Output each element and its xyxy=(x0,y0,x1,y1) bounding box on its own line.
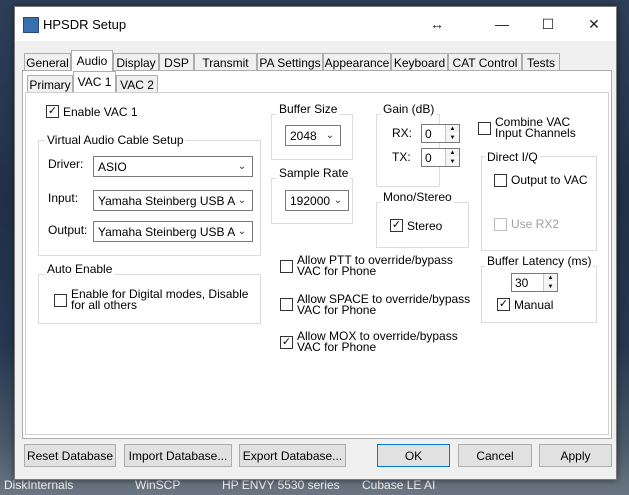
use-rx2-checkbox[interactable] xyxy=(494,218,507,231)
tab-display[interactable]: Display xyxy=(113,53,159,71)
buffer-latency-group-label: Buffer Latency (ms) xyxy=(485,254,594,268)
chevron-down-icon: ⌄ xyxy=(235,224,249,239)
auto-enable-group-label: Auto Enable xyxy=(45,262,115,276)
export-database-button[interactable]: Export Database... xyxy=(239,444,346,467)
app-icon xyxy=(23,17,39,33)
tab-transmit[interactable]: Transmit xyxy=(194,53,257,71)
allow-ptt-checkbox[interactable] xyxy=(280,260,293,273)
auto-enable-checkbox[interactable] xyxy=(54,294,67,307)
tab-dsp[interactable]: DSP xyxy=(159,53,194,71)
driver-select[interactable]: ASIO ⌄ xyxy=(93,156,253,177)
allow-mox-label-line2: VAC for Phone xyxy=(297,340,377,354)
allow-ptt-label-line2: VAC for Phone xyxy=(297,264,377,278)
driver-select-value: ASIO xyxy=(98,160,127,174)
output-to-vac-checkbox[interactable] xyxy=(494,174,507,187)
taskbar-item-winscp[interactable]: WinSCP xyxy=(135,478,180,492)
close-button[interactable]: ✕ xyxy=(572,11,616,37)
apply-button[interactable]: Apply xyxy=(539,444,612,467)
driver-label: Driver: xyxy=(48,157,84,171)
output-select-value: Yamaha Steinberg USB ASIO xyxy=(98,225,236,239)
buffer-size-value: 2048 xyxy=(290,129,317,143)
resize-cursor-icon: ↔ xyxy=(430,16,444,32)
window-title: HPSDR Setup xyxy=(43,17,127,32)
chevron-down-icon: ⌄ xyxy=(323,128,337,143)
subtab-vac1[interactable]: VAC 1 xyxy=(73,71,116,92)
title-bar[interactable]: HPSDR Setup ↔ — ☐ ✕ xyxy=(15,7,616,41)
mono-stereo-group-label: Mono/Stereo xyxy=(381,190,454,204)
buffer-size-select[interactable]: 2048 ⌄ xyxy=(285,125,341,146)
tab-appearance[interactable]: Appearance xyxy=(323,53,391,71)
tab-general[interactable]: General xyxy=(24,53,71,71)
chevron-down-icon: ⌄ xyxy=(331,193,345,208)
subtab-primary[interactable]: Primary xyxy=(27,75,73,93)
use-rx2-label: Use RX2 xyxy=(511,217,560,231)
gain-group-label: Gain (dB) xyxy=(381,102,437,116)
manual-latency-checkbox[interactable]: ✓ xyxy=(497,298,510,311)
tab-cat-control[interactable]: CAT Control xyxy=(448,53,522,71)
spin-down-icon[interactable]: ▼ xyxy=(446,134,459,142)
spin-down-icon[interactable]: ▼ xyxy=(544,283,557,291)
reset-database-button[interactable]: Reset Database xyxy=(24,444,116,467)
taskbar-item-cubase[interactable]: Cubase LE AI xyxy=(362,478,435,492)
output-label: Output: xyxy=(48,223,88,237)
tab-keyboard[interactable]: Keyboard xyxy=(391,53,448,71)
spin-up-icon[interactable]: ▲ xyxy=(446,125,459,133)
direct-iq-group-label: Direct I/Q xyxy=(485,150,540,164)
manual-latency-label: Manual xyxy=(514,298,554,312)
setup-window: HPSDR Setup ↔ — ☐ ✕ General Audio Displa… xyxy=(14,6,617,480)
sample-rate-select[interactable]: 192000 ⌄ xyxy=(285,190,349,211)
sample-rate-value: 192000 xyxy=(290,194,331,208)
tab-audio[interactable]: Audio xyxy=(71,50,113,71)
output-select[interactable]: Yamaha Steinberg USB ASIO ⌄ xyxy=(93,221,253,242)
chevron-down-icon: ⌄ xyxy=(235,159,249,174)
allow-space-label-line2: VAC for Phone xyxy=(297,303,377,317)
combine-vac-label-line2: Input Channels xyxy=(495,126,576,140)
tx-gain-value: 0 xyxy=(425,151,432,165)
taskbar-item-hp-envy[interactable]: HP ENVY 5530 series xyxy=(222,478,340,492)
import-database-button[interactable]: Import Database... xyxy=(124,444,232,467)
maximize-button[interactable]: ☐ xyxy=(526,11,570,37)
combine-vac-checkbox[interactable] xyxy=(478,122,491,135)
allow-space-checkbox[interactable] xyxy=(280,298,293,311)
buffer-size-group-label: Buffer Size xyxy=(277,102,340,116)
tab-tests[interactable]: Tests xyxy=(522,53,560,71)
rx-gain-label: RX: xyxy=(392,126,413,140)
vac-setup-group-label: Virtual Audio Cable Setup xyxy=(45,133,186,147)
input-label: Input: xyxy=(48,191,79,205)
cancel-button[interactable]: Cancel xyxy=(458,444,532,467)
taskbar-item-diskinternals[interactable]: DiskInternals xyxy=(4,478,73,492)
direct-iq-group xyxy=(481,156,597,251)
auto-enable-label-line2: for all others xyxy=(71,298,138,312)
tab-pa-settings[interactable]: PA Settings xyxy=(257,53,323,71)
rx-gain-value: 0 xyxy=(425,127,432,141)
tx-gain-label: TX: xyxy=(392,150,411,164)
output-to-vac-label: Output to VAC xyxy=(511,173,588,187)
minimize-button[interactable]: — xyxy=(480,11,524,37)
chevron-down-icon: ⌄ xyxy=(235,193,249,208)
stereo-checkbox[interactable]: ✓ xyxy=(390,219,403,232)
tx-gain-stepper[interactable]: 0 ▲ ▼ xyxy=(421,148,460,167)
input-select-value: Yamaha Steinberg USB ASIO xyxy=(98,194,236,208)
subtab-vac2[interactable]: VAC 2 xyxy=(116,75,158,93)
rx-gain-stepper[interactable]: 0 ▲ ▼ xyxy=(421,124,460,143)
spin-down-icon[interactable]: ▼ xyxy=(446,158,459,166)
input-select[interactable]: Yamaha Steinberg USB ASIO ⌄ xyxy=(93,190,253,211)
spin-up-icon[interactable]: ▲ xyxy=(544,274,557,282)
enable-vac1-label: Enable VAC 1 xyxy=(63,105,138,119)
allow-mox-checkbox[interactable]: ✓ xyxy=(280,336,293,349)
stereo-label: Stereo xyxy=(407,219,443,233)
buffer-latency-stepper[interactable]: 30 ▲ ▼ xyxy=(511,273,558,292)
spin-up-icon[interactable]: ▲ xyxy=(446,149,459,157)
enable-vac1-checkbox[interactable]: ✓ xyxy=(46,105,59,118)
buffer-latency-value: 30 xyxy=(515,276,529,290)
sample-rate-group-label: Sample Rate xyxy=(277,166,351,180)
ok-button[interactable]: OK xyxy=(377,444,450,467)
